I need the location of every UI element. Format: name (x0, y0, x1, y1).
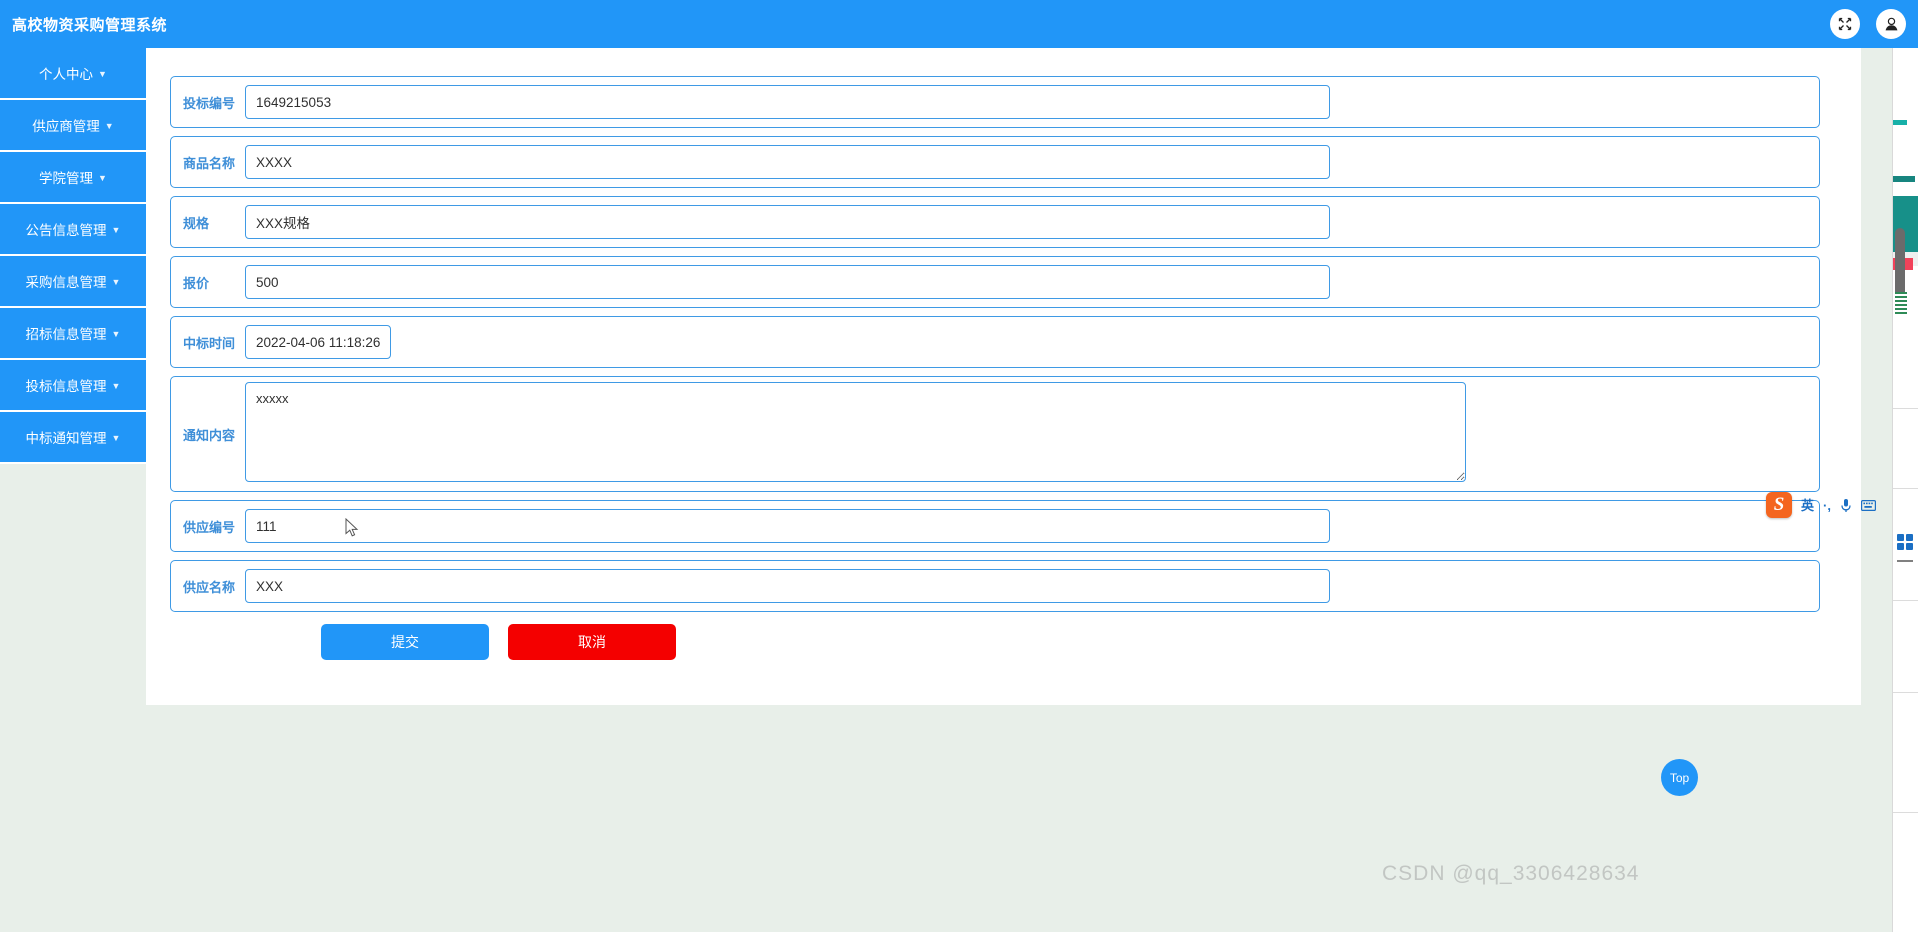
field-label: 中标时间 (183, 335, 236, 351)
background-window-sliver[interactable] (1892, 0, 1918, 932)
field-control (245, 265, 1819, 299)
sidebar-item-label: 投标信息管理 (25, 379, 107, 394)
chevron-down-icon: ▼ (111, 380, 121, 391)
supplier-number-input[interactable] (245, 509, 1330, 543)
sidebar-item-bid-submission-management[interactable]: 投标信息管理 ▼ (0, 360, 146, 412)
sogou-ime-toolbar: S 英 ·, (1766, 490, 1899, 520)
form-actions: 提交 取消 (170, 624, 1820, 660)
field-label: 规格 (183, 215, 210, 231)
field-control (245, 85, 1819, 119)
keyboard-icon (1860, 499, 1876, 511)
field-label: 投标编号 (183, 95, 236, 111)
field-label: 供应名称 (183, 579, 236, 595)
form-card: 投标编号 商品名称 规格 (146, 48, 1861, 705)
sidebar-item-label: 采购信息管理 (25, 275, 107, 290)
field-quote-price: 报价 (170, 256, 1820, 308)
sidebar-item-personal-center[interactable]: 个人中心 ▼ (0, 48, 146, 100)
sidebar-item-label: 供应商管理 (32, 119, 100, 134)
chevron-down-icon: ▼ (111, 224, 121, 235)
sidebar-item-announcement-management[interactable]: 公告信息管理 ▼ (0, 204, 146, 256)
field-control (245, 205, 1819, 239)
product-name-input[interactable] (245, 145, 1330, 179)
notice-content-textarea[interactable]: xxxxx (245, 381, 1466, 482)
chevron-down-icon: ▼ (111, 328, 121, 339)
main-content-area: 投标编号 商品名称 规格 (146, 48, 1918, 932)
sidebar-item-college-management[interactable]: 学院管理 ▼ (0, 152, 146, 204)
sidebar-item-bid-invitation-management[interactable]: 招标信息管理 ▼ (0, 308, 146, 360)
sidebar-item-award-notice-management[interactable]: 中标通知管理 ▼ (0, 412, 146, 464)
page-title: 高校物资采购管理系统 (12, 16, 168, 34)
field-control (245, 145, 1819, 179)
sidebar-item-label: 招标信息管理 (25, 327, 107, 342)
field-control (245, 569, 1819, 603)
fullscreen-button[interactable] (1830, 9, 1860, 39)
supplier-name-input[interactable] (245, 569, 1330, 603)
sidebar-item-label: 学院管理 (39, 171, 94, 186)
back-to-top-button[interactable]: Top (1661, 759, 1698, 796)
specification-input[interactable] (245, 205, 1330, 239)
app-header: 高校物资采购管理系统 (0, 0, 1918, 48)
sidebar-item-label: 中标通知管理 (25, 431, 107, 446)
field-label: 供应编号 (183, 519, 236, 535)
ime-language-mode[interactable]: 英 (1801, 499, 1814, 512)
application-window: 高校物资采购管理系统 个人中心 ▼ 供应商管理 ▼ 学院管理 ▼ 公告信息管理 … (0, 0, 1918, 932)
field-control (245, 325, 1819, 359)
sidebar-item-label: 个人中心 (39, 67, 94, 82)
field-notice-content: 通知内容 xxxxx (170, 376, 1820, 492)
sidebar-item-purchase-info-management[interactable]: 采购信息管理 ▼ (0, 256, 146, 308)
award-notice-form: 投标编号 商品名称 规格 (170, 76, 1820, 660)
field-product-name: 商品名称 (170, 136, 1820, 188)
field-label: 通知内容 (183, 427, 236, 443)
chevron-down-icon: ▼ (98, 68, 107, 79)
edge-divider (1893, 488, 1918, 489)
edge-divider (1893, 600, 1918, 601)
sidebar-item-label: 公告信息管理 (25, 223, 107, 238)
edge-teal-band-c (1893, 176, 1915, 182)
ime-apps-grid-button[interactable] (1885, 498, 1899, 512)
chevron-down-icon: ▼ (111, 276, 121, 287)
edge-divider (1893, 408, 1918, 409)
csdn-watermark: CSDN @qq_3306428634 (1382, 862, 1640, 885)
field-supplier-name: 供应名称 (170, 560, 1820, 612)
field-label: 报价 (183, 275, 210, 291)
microphone-icon (1841, 498, 1851, 512)
sogou-logo-icon[interactable]: S (1766, 492, 1792, 518)
quote-price-input[interactable] (245, 265, 1330, 299)
edge-divider (1893, 692, 1918, 693)
field-specification: 规格 (170, 196, 1820, 248)
edge-teal-band-b (1893, 120, 1907, 125)
user-avatar-button[interactable] (1876, 9, 1906, 39)
edge-apps-grid-icon[interactable] (1897, 534, 1913, 550)
award-time-input[interactable] (245, 325, 391, 359)
field-supplier-number: 供应编号 (170, 500, 1820, 552)
edge-striped-block (1895, 292, 1907, 314)
user-icon (1885, 17, 1897, 30)
submit-button[interactable]: 提交 (321, 624, 489, 660)
ime-soft-keyboard-button[interactable] (1860, 499, 1876, 511)
header-actions (1830, 0, 1906, 48)
field-award-time: 中标时间 (170, 316, 1820, 368)
chevron-down-icon: ▼ (98, 172, 107, 183)
field-bid-number: 投标编号 (170, 76, 1820, 128)
bid-number-input[interactable] (245, 85, 1330, 119)
cancel-button[interactable]: 取消 (508, 624, 676, 660)
sidebar-item-supplier-management[interactable]: 供应商管理 ▼ (0, 100, 146, 152)
field-control: xxxxx (245, 381, 1819, 487)
ime-voice-input-button[interactable] (1840, 498, 1852, 513)
sidebar-navigation: 个人中心 ▼ 供应商管理 ▼ 学院管理 ▼ 公告信息管理 ▼ 采购信息管理 ▼ … (0, 48, 146, 932)
chevron-down-icon: ▼ (111, 432, 121, 443)
chevron-down-icon: ▼ (104, 120, 114, 131)
ime-punctuation-toggle[interactable]: ·, (1823, 499, 1831, 512)
fullscreen-icon (1838, 17, 1852, 31)
edge-dash-mark (1897, 560, 1913, 562)
field-control (245, 509, 1819, 543)
edge-divider (1893, 812, 1918, 813)
field-label: 商品名称 (183, 155, 236, 171)
